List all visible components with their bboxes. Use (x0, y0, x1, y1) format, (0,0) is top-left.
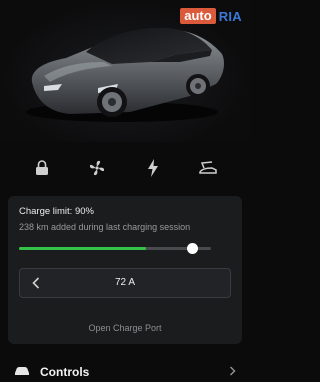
charging-panel: Charge limit: 90% 238 km added during la… (8, 196, 242, 344)
charge-bolt-icon (147, 159, 158, 177)
watermark-ria-text: RIA (218, 8, 242, 24)
quick-controls (0, 150, 250, 186)
charging-current-value: 72 A (114, 277, 136, 288)
climate-button[interactable] (82, 153, 112, 183)
frunk-icon (199, 161, 217, 174)
fan-icon (90, 160, 105, 176)
autoria-watermark: auto RIA (180, 8, 242, 24)
charge-limit-slider-thumb[interactable] (186, 243, 198, 254)
charge-limit-label: Charge limit: 90% (19, 206, 94, 217)
open-charge-port-button[interactable]: Open Charge Port (8, 323, 242, 333)
frunk-button[interactable] (193, 153, 223, 183)
watermark-ria: RIA (219, 9, 242, 24)
range-added-text: 238 km added during last charging sessio… (19, 222, 191, 232)
charge-limit-slider[interactable] (19, 243, 211, 254)
lock-button[interactable] (27, 153, 57, 183)
chevron-right-icon (229, 366, 236, 376)
controls-label: Controls (40, 365, 90, 379)
charge-level-fill (19, 247, 146, 250)
car-icon (15, 367, 29, 375)
charge-button[interactable] (138, 153, 168, 183)
charging-current-control: 72 A (19, 268, 231, 298)
lock-icon (35, 160, 48, 175)
menu-item-controls[interactable]: Controls (0, 360, 250, 382)
watermark-auto: auto (180, 8, 216, 24)
